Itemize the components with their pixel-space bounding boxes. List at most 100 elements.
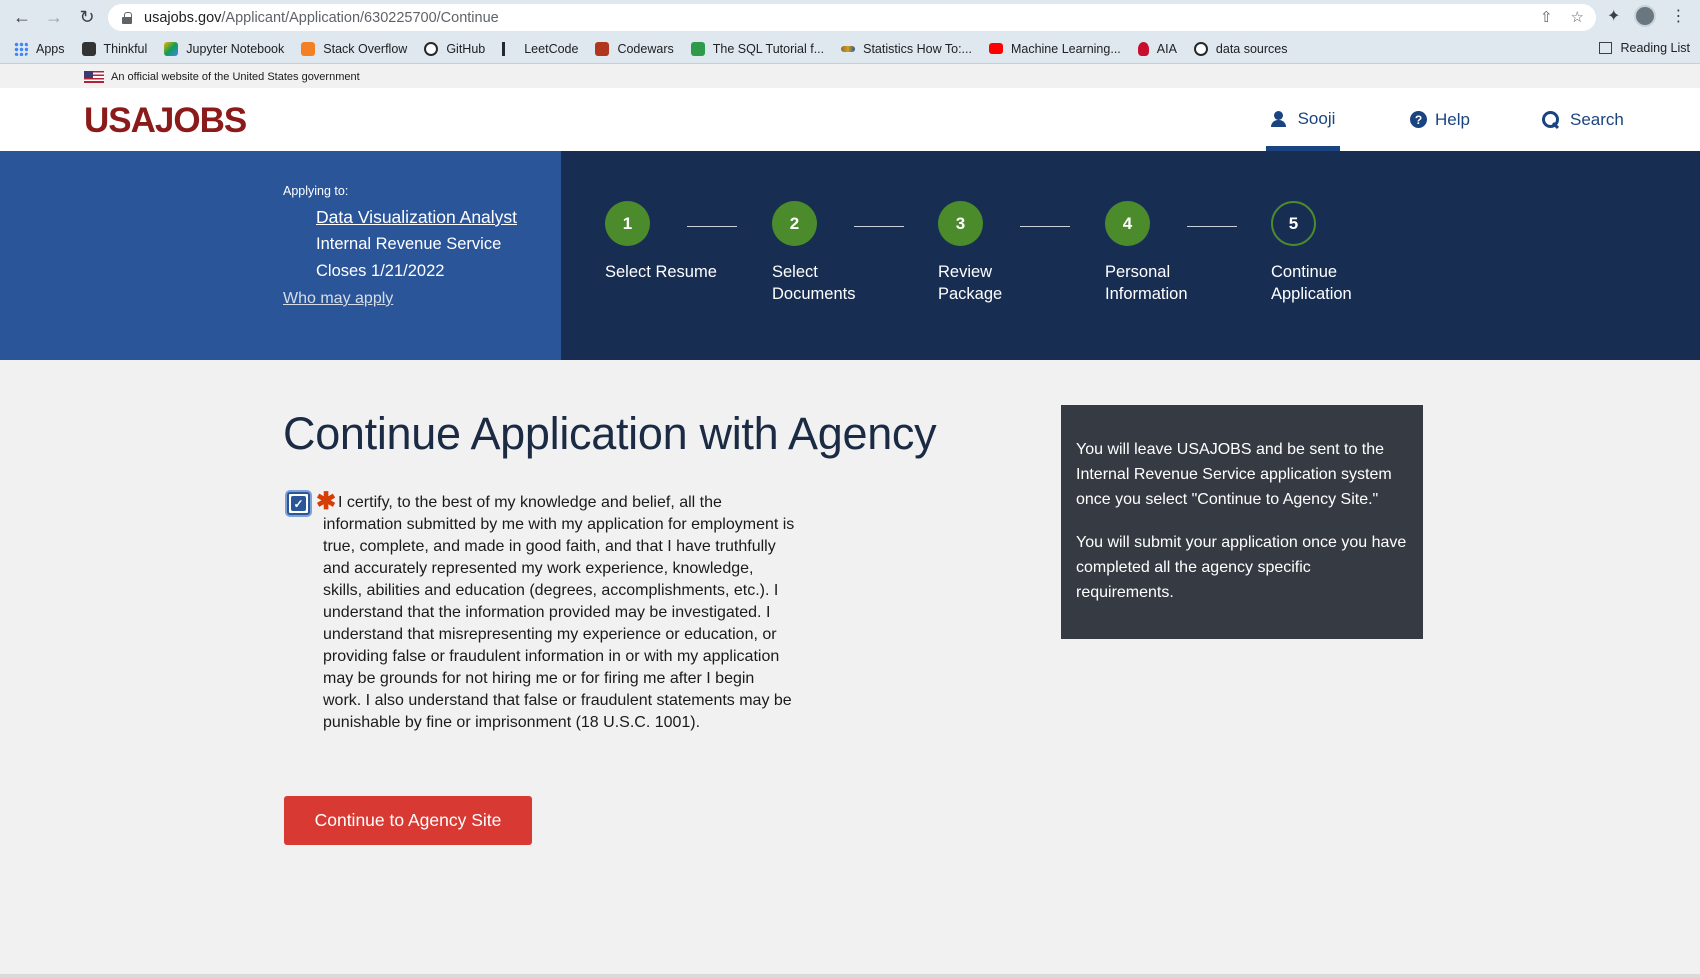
extensions-icon[interactable]: ✦ (1607, 6, 1620, 26)
forward-icon[interactable]: → (42, 5, 66, 29)
step-continue-application: 5 Continue Application (1271, 201, 1431, 305)
gov-banner: An official website of the United States… (0, 65, 1700, 88)
step-label: Select Documents (772, 263, 856, 303)
apps-grid-icon (14, 41, 28, 56)
reading-list-label: Reading List (1620, 41, 1691, 55)
github-icon (1193, 41, 1208, 56)
codewars-icon (595, 41, 610, 56)
bookmark-sql-tutorial[interactable]: The SQL Tutorial f... (690, 41, 825, 56)
us-flag-icon (84, 70, 104, 83)
google-drive-icon (164, 41, 179, 56)
nav-help[interactable]: ? Help (1410, 88, 1470, 151)
bookmark-label: GitHub (446, 41, 486, 56)
bookmark-label: Machine Learning... (1010, 41, 1121, 56)
step-number: 4 (1105, 201, 1150, 246)
step-number: 1 (605, 201, 650, 246)
bookmark-star-icon[interactable]: ☆ (1571, 8, 1584, 26)
statistics-icon (841, 45, 856, 52)
step-connector (1187, 226, 1237, 227)
job-title-link[interactable]: Data Visualization Analyst (316, 207, 517, 228)
agency-redirect-info: You will leave USAJOBS and be sent to th… (1061, 405, 1423, 639)
bookmark-leetcode[interactable]: LeetCode (502, 41, 579, 56)
aia-icon (1137, 41, 1149, 56)
bookmark-apps[interactable]: Apps (14, 41, 65, 56)
step-label: Continue Application (1271, 263, 1352, 303)
bookmark-label: Jupyter Notebook (186, 41, 285, 56)
step-personal-information[interactable]: 4 Personal Information (1105, 201, 1265, 305)
search-label: Search (1570, 109, 1624, 129)
browser-menu-icon[interactable]: ⋮ (1670, 6, 1686, 26)
stackoverflow-icon (301, 41, 316, 56)
step-connector (854, 226, 904, 227)
share-icon[interactable]: ⇧ (1540, 8, 1553, 26)
bookmark-stackoverflow[interactable]: Stack Overflow (301, 41, 408, 56)
step-connector (1020, 226, 1070, 227)
applying-to-panel: Applying to: Data Visualization Analyst … (0, 151, 561, 360)
reload-icon[interactable]: ↻ (75, 5, 99, 29)
bookmark-label: Stack Overflow (323, 41, 408, 56)
step-select-resume[interactable]: 1 Select Resume (605, 201, 765, 283)
step-number: 2 (772, 201, 817, 246)
bookmark-data-sources[interactable]: data sources (1193, 41, 1288, 56)
reading-list-icon (1598, 42, 1612, 54)
bookmark-label: Codewars (617, 41, 674, 56)
bookmark-label: Apps (36, 41, 65, 56)
step-select-documents[interactable]: 2 Select Documents (772, 201, 932, 305)
profile-avatar[interactable] (1634, 5, 1657, 27)
usajobs-logo[interactable]: USAJOBS (84, 101, 247, 141)
page-bottom-divider (0, 974, 1700, 978)
info-paragraph-leave: You will leave USAJOBS and be sent to th… (1076, 441, 1392, 508)
sql-tutorial-icon (690, 41, 705, 56)
step-review-package[interactable]: 3 Review Package (938, 201, 1098, 305)
certification-checkbox[interactable]: ✓ (287, 492, 310, 515)
applying-to-label: Applying to: (283, 184, 349, 198)
github-icon (424, 41, 439, 56)
agency-name: Internal Revenue Service (316, 235, 502, 253)
bookmark-label: LeetCode (524, 41, 579, 56)
who-may-apply-link[interactable]: Who may apply (283, 290, 393, 308)
bookmark-label: Statistics How To:... (863, 41, 972, 56)
help-icon: ? (1410, 111, 1427, 128)
bookmark-codewars[interactable]: Codewars (595, 41, 674, 56)
help-label: Help (1435, 109, 1470, 129)
step-number-current: 5 (1271, 201, 1316, 246)
bookmark-label: AIA (1156, 41, 1177, 56)
search-icon (1542, 111, 1559, 128)
url-host: usajobs.gov (144, 9, 222, 26)
user-icon (1270, 110, 1286, 127)
step-label: Review Package (938, 263, 1003, 303)
bookmark-label: Thinkful (103, 41, 148, 56)
info-paragraph-submit: You will submit your application once yo… (1076, 534, 1407, 601)
step-number: 3 (938, 201, 983, 246)
youtube-icon (988, 43, 1003, 54)
step-label: Select Resume (605, 263, 717, 281)
step-connector (687, 226, 737, 227)
closing-date: Closes 1/21/2022 (316, 262, 445, 280)
step-label: Personal Information (1105, 263, 1188, 303)
address-bar[interactable]: usajobs.gov/Applicant/Application/630225… (108, 4, 1596, 31)
bookmark-jupyter[interactable]: Jupyter Notebook (164, 41, 285, 56)
nav-search[interactable]: Search (1542, 88, 1624, 151)
certification-text: I certify, to the best of my knowledge a… (323, 494, 795, 731)
thinkful-icon (81, 41, 96, 56)
leetcode-icon (502, 41, 516, 56)
bookmarks-bar: Apps Thinkful Jupyter Notebook Stack Ove… (0, 34, 1700, 64)
reading-list[interactable]: Reading List (1598, 41, 1691, 55)
page-title: Continue Application with Agency (283, 408, 937, 459)
site-header: USAJOBS Sooji ? Help Search (0, 88, 1700, 151)
bookmark-machine-learning[interactable]: Machine Learning... (988, 41, 1121, 56)
back-icon[interactable]: ← (10, 5, 34, 29)
bookmark-label: The SQL Tutorial f... (712, 41, 825, 56)
bookmark-statistics[interactable]: Statistics How To:... (841, 42, 972, 56)
bookmark-github[interactable]: GitHub (424, 41, 486, 56)
bookmark-aia[interactable]: AIA (1137, 41, 1177, 56)
lock-icon (122, 11, 132, 24)
continue-to-agency-site-button[interactable]: Continue to Agency Site (284, 796, 532, 845)
browser-toolbar: ← → ↻ usajobs.gov/Applicant/Application/… (0, 0, 1700, 34)
bookmark-label: data sources (1215, 41, 1288, 56)
checkmark-icon: ✓ (291, 496, 306, 511)
nav-user-profile[interactable]: Sooji (1266, 88, 1340, 151)
url-path: /Applicant/Application/630225700/Continu… (221, 9, 499, 26)
application-steps: 1 Select Resume 2 Select Documents 3 Rev… (561, 151, 1700, 360)
bookmark-thinkful[interactable]: Thinkful (81, 41, 148, 56)
